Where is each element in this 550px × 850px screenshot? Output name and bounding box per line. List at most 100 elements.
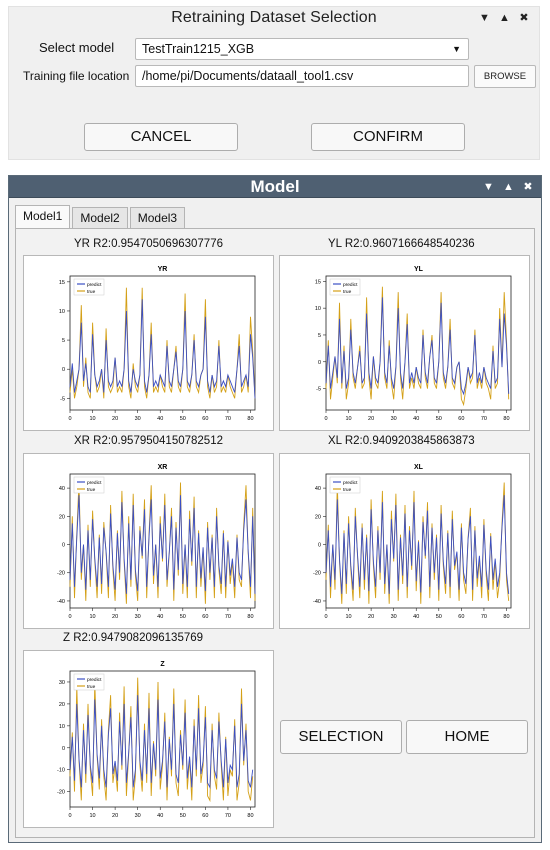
x-tick-label: 80	[503, 416, 509, 422]
legend-label-true: true	[87, 684, 96, 690]
chart-legend: predicttrue	[329, 476, 361, 494]
x-tick-label: 10	[89, 614, 95, 620]
model-window-titlebar: Model ▼ ▲ ✖	[9, 176, 541, 198]
x-tick-label: 60	[202, 813, 208, 819]
y-tick-label: -40	[57, 599, 65, 605]
x-tick-label: 20	[112, 813, 118, 819]
y-tick-label: 40	[315, 486, 321, 492]
x-tick-label: 10	[89, 416, 95, 422]
chart-legend: predicttrue	[73, 673, 105, 691]
x-tick-label: 10	[89, 813, 95, 819]
x-tick-label: 30	[391, 416, 397, 422]
y-tick-label: -5	[316, 387, 321, 393]
x-tick-label: 20	[368, 614, 374, 620]
close-icon[interactable]: ✖	[523, 182, 533, 193]
x-tick-label: 30	[391, 614, 397, 620]
xr-plot: XR 0 10 20 30 40 50 60 70 80 -40 -20 0 20 40 predict tru…	[23, 453, 274, 629]
y-tick-label: 10	[59, 724, 65, 730]
legend-label-predict: predict	[87, 282, 102, 288]
x-tick-label: 60	[202, 416, 208, 422]
x-tick-label: 30	[135, 416, 141, 422]
chevron-up-icon[interactable]: ▲	[499, 13, 510, 24]
legend-label-true: true	[87, 289, 96, 295]
x-tick-label: 70	[481, 614, 487, 620]
home-button[interactable]: HOME	[406, 720, 528, 754]
legend-label-true: true	[343, 289, 352, 295]
dropdown-arrow-icon[interactable]: ▼	[452, 42, 461, 57]
y-tick-label: 0	[62, 543, 65, 549]
chevron-down-icon[interactable]: ▼	[479, 13, 490, 24]
selection-button[interactable]: SELECTION	[280, 720, 402, 754]
y-tick-label: 20	[315, 514, 321, 520]
x-tick-label: 30	[135, 614, 141, 620]
plot-area	[325, 275, 512, 411]
chart-title: XR	[158, 464, 168, 471]
y-tick-label: 20	[59, 702, 65, 708]
select-model-label: Select model	[39, 40, 115, 55]
z-plot: Z 0 10 20 30 40 50 60 70 80 -20 -10 0 10 20 30 predict tr…	[23, 650, 274, 828]
close-icon[interactable]: ✖	[519, 13, 529, 24]
legend-label-predict: predict	[343, 480, 358, 486]
tab-model3[interactable]: Model3	[129, 207, 186, 229]
y-tick-label: 5	[62, 338, 65, 344]
y-tick-label: 5	[318, 333, 321, 339]
xr-r2-label: XR R2:0.9579504150782512	[74, 435, 223, 447]
y-tick-label: -20	[57, 571, 65, 577]
x-tick-label: 0	[68, 416, 71, 422]
xl-r2-label: XL R2:0.9409203845863873	[328, 435, 475, 447]
chart-title: Z	[160, 661, 165, 668]
training-file-label: Training file location	[23, 69, 130, 83]
line-chart: YL 0 10 20 30 40 50 60 70 80 -5 0 5 10 15 predicttrue	[315, 266, 512, 422]
x-tick-label: 50	[180, 813, 186, 819]
y-tick-label: 0	[318, 543, 321, 549]
y-tick-label: 0	[318, 360, 321, 366]
x-tick-label: 50	[436, 614, 442, 620]
chart-title: XL	[414, 464, 424, 471]
chevron-up-icon[interactable]: ▲	[503, 182, 514, 193]
x-tick-label: 80	[247, 813, 253, 819]
legend-label-predict: predict	[87, 480, 102, 486]
x-tick-label: 0	[324, 416, 327, 422]
x-tick-label: 70	[225, 614, 231, 620]
y-tick-label: -40	[313, 599, 321, 605]
x-tick-label: 20	[112, 416, 118, 422]
chart-title: YL	[414, 266, 424, 273]
x-tick-label: 50	[180, 416, 186, 422]
y-tick-label: 0	[62, 367, 65, 373]
dialog-window-controls: ▼ ▲ ✖	[479, 13, 529, 24]
x-tick-label: 30	[135, 813, 141, 819]
model-select-value: TestTrain1215_XGB	[142, 42, 255, 56]
browse-button[interactable]: BROWSE	[474, 65, 536, 88]
cancel-button[interactable]: CANCEL	[84, 123, 238, 151]
x-tick-label: 50	[180, 614, 186, 620]
confirm-button[interactable]: CONFIRM	[311, 123, 465, 151]
x-tick-label: 70	[481, 416, 487, 422]
line-chart: YR 0 10 20 30 40 50 60 70 80 -5 0 5 10 15 predicttrue	[59, 266, 256, 422]
legend-label-true: true	[87, 487, 96, 493]
x-tick-label: 80	[503, 614, 509, 620]
y-tick-label: -20	[313, 571, 321, 577]
y-tick-label: 15	[59, 280, 65, 286]
tab-model2[interactable]: Model2	[72, 207, 128, 229]
y-tick-label: 20	[59, 514, 65, 520]
y-tick-label: -20	[57, 790, 65, 796]
x-tick-label: 0	[68, 614, 71, 620]
x-tick-label: 20	[112, 614, 118, 620]
y-tick-label: 15	[315, 279, 321, 285]
line-chart: XL 0 10 20 30 40 50 60 70 80 -40 -20 0 20 40 predicttru…	[313, 464, 512, 620]
y-tick-label: -5	[60, 396, 65, 402]
legend-label-predict: predict	[87, 677, 102, 683]
x-tick-label: 0	[68, 813, 71, 819]
legend-label-true: true	[343, 487, 352, 493]
x-tick-label: 10	[345, 614, 351, 620]
legend-label-predict: predict	[343, 282, 358, 288]
x-tick-label: 40	[157, 416, 163, 422]
model-select[interactable]: TestTrain1215_XGB ▼	[135, 38, 469, 60]
tab-model1[interactable]: Model1	[15, 205, 71, 229]
chevron-down-icon[interactable]: ▼	[483, 182, 494, 193]
xl-plot: XL 0 10 20 30 40 50 60 70 80 -40 -20 0 20 40 predict tru…	[279, 453, 530, 629]
x-tick-label: 80	[247, 614, 253, 620]
training-file-input[interactable]	[135, 65, 469, 87]
y-tick-label: 40	[59, 486, 65, 492]
line-chart: XR 0 10 20 30 40 50 60 70 80 -40 -20 0 20 40 predicttru…	[57, 464, 256, 620]
